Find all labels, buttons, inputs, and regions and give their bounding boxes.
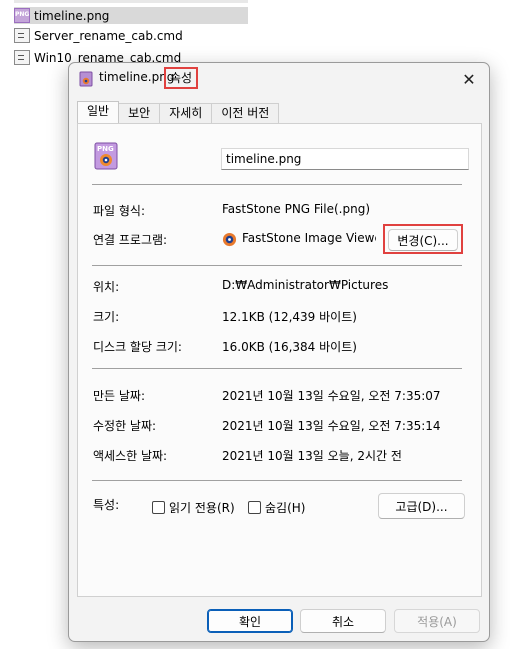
location-value: D:₩Administrator₩Pictures [222,278,389,292]
file-name: timeline.png [34,8,110,23]
checkbox-box[interactable] [152,501,165,514]
cmd-file-icon [14,50,30,65]
svg-text:PNG: PNG [97,145,114,153]
accessed-value: 2021년 10월 13일 오늘, 2시간 전 [222,449,402,463]
png-file-icon: PNG [14,8,30,23]
checkbox-box[interactable] [248,501,261,514]
close-icon[interactable]: ✕ [455,67,483,91]
png-image-file-icon: PNG [94,142,118,170]
tab-details[interactable]: 자세히 [159,103,213,123]
readonly-label: 읽기 전용(R) [169,501,235,515]
file-list-item[interactable]: Server_rename_cab.cmd [14,27,183,44]
general-tab-panel: PNG 파일 형식: FastStone PNG File(.png) 연결 프… [77,123,482,597]
location-label: 위치: [93,280,120,294]
hidden-checkbox[interactable]: 숨김(H) [248,499,305,516]
tab-general[interactable]: 일반 [77,101,120,123]
partial-row [14,0,248,3]
opens-with-label: 연결 프로그램: [93,233,168,247]
size-value: 12.1KB (12,439 바이트) [222,310,357,324]
properties-dialog: timeline.png 속성 ✕ 일반 보안 자세히 이전 버전 PNG 파일… [68,62,490,642]
accessed-label: 액세스한 날짜: [93,449,168,463]
divider [92,184,462,185]
divider [92,368,462,369]
opens-with-value: FastStone Image Viewer [242,231,376,245]
modified-value: 2021년 10월 13일 수요일, 오전 7:35:14 [222,419,441,433]
faststone-app-icon [222,232,237,247]
file-list-item[interactable]: PNG timeline.png [14,7,248,24]
change-button[interactable]: 변경(C)... [388,229,458,251]
hidden-label: 숨김(H) [265,501,306,515]
file-type-value: FastStone PNG File(.png) [222,202,371,216]
tab-strip: 일반 보안 자세히 이전 버전 [77,101,280,124]
disk-size-label: 디스크 할당 크기: [93,340,182,354]
png-image-file-icon [79,71,93,87]
modified-label: 수정한 날짜: [93,419,157,433]
apply-button[interactable]: 적용(A) [394,609,480,633]
created-value: 2021년 10월 13일 수요일, 오전 7:35:07 [222,389,441,403]
title-bar[interactable]: timeline.png 속성 ✕ [69,63,489,93]
dialog-title-suffix: 속성 [164,67,199,89]
file-type-label: 파일 형식: [93,204,146,218]
tab-security[interactable]: 보안 [118,103,161,123]
divider [92,480,462,481]
cmd-file-icon [14,28,30,43]
cancel-button[interactable]: 취소 [300,609,386,633]
advanced-button[interactable]: 고급(D)... [378,493,465,519]
disk-size-value: 16.0KB (16,384 바이트) [222,340,357,354]
size-label: 크기: [93,310,120,324]
file-name-field[interactable] [221,148,469,170]
created-label: 만든 날짜: [93,389,146,403]
file-name: Server_rename_cab.cmd [34,28,183,43]
divider [92,265,462,266]
tab-previous-versions[interactable]: 이전 버전 [211,103,280,123]
attributes-label: 특성: [93,498,120,512]
ok-button[interactable]: 확인 [207,609,293,633]
readonly-checkbox[interactable]: 읽기 전용(R) [152,499,235,516]
